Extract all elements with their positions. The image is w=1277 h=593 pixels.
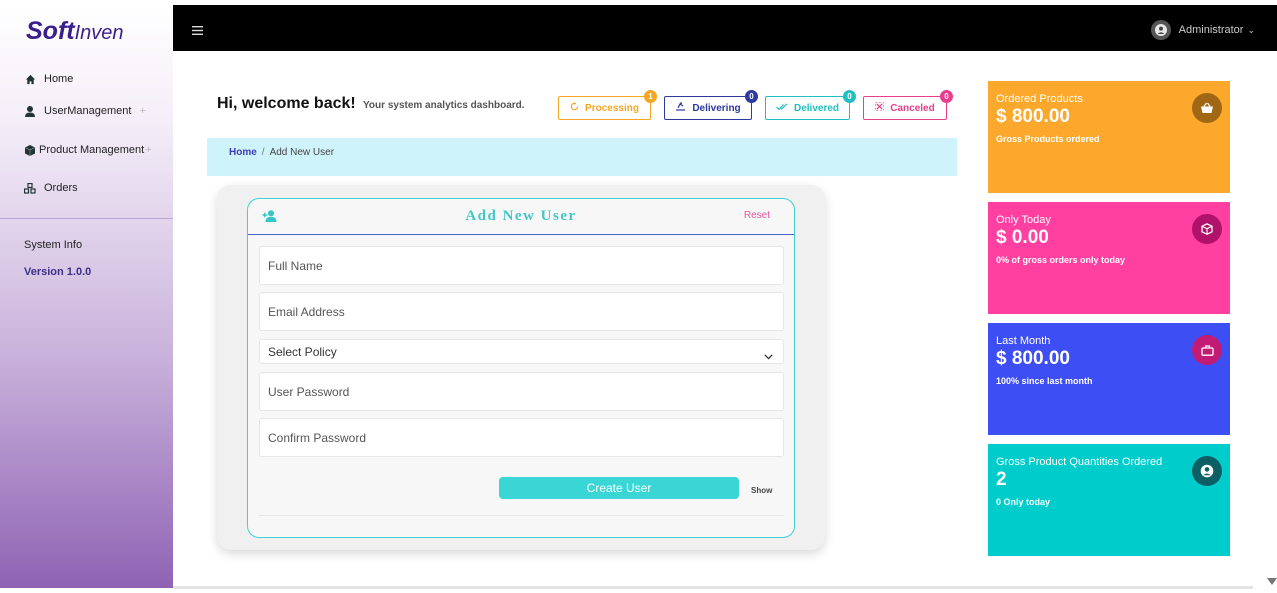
stat-card-only-today: Only Today $ 0.00 0% of gross orders onl… [988,202,1230,314]
sidebar-item-label: Product Management [39,144,145,156]
orders-icon [24,182,36,194]
app-window: SoftInven Home UserManagement + Product … [0,0,1277,593]
briefcase-icon [1192,335,1222,365]
system-info-label[interactable]: System Info [24,239,82,251]
stat-card-value: $ 800.00 [996,348,1070,369]
sidebar-item-product-management[interactable]: Product Management + [24,144,152,156]
create-user-button[interactable]: Create User [499,477,739,499]
status-canceled-button[interactable]: Canceled 0 [863,90,953,120]
status-label: Processing [585,102,639,114]
basket-icon [1192,93,1222,123]
sidebar-item-label: Orders [44,182,78,194]
stat-card-ordered-products: Ordered Products $ 800.00 Gross Products… [988,81,1230,193]
check-double-icon [776,102,788,114]
stat-card-last-month: Last Month $ 800.00 100% since last mont… [988,323,1230,435]
delivery-icon [675,102,686,114]
stat-card-label: Ordered Products [996,93,1083,105]
page-subtitle: Your system analytics dashboard. [363,100,525,111]
show-password-toggle[interactable]: Show [751,486,772,495]
cancel-icon [875,102,885,114]
horizontal-scrollbar[interactable] [173,586,1253,589]
user-menu[interactable]: Administrator ⌄ [1150,20,1255,40]
breadcrumb: Home / Add New User [207,138,957,176]
policy-select-value: Select Policy [268,344,337,359]
stat-card-desc: Gross Products ordered [996,134,1100,144]
sidebar-item-orders[interactable]: Orders [24,182,78,194]
sidebar-divider [0,218,173,219]
status-delivered-button[interactable]: Delivered 0 [765,90,856,120]
reset-button[interactable]: Reset [744,210,770,221]
avatar-icon [1150,20,1171,40]
expand-icon[interactable]: + [139,105,145,117]
scroll-down-arrow-icon[interactable] [1267,578,1277,585]
logo-sub: Inven [74,22,124,44]
email-input[interactable]: Email Address [259,292,784,331]
chevron-down-icon: ⌄ [1247,24,1255,35]
user-icon [24,105,36,117]
stat-card-desc: 0% of gross orders only today [996,255,1126,265]
stat-card-label: Gross Product Quantities Ordered [996,456,1163,468]
stat-card-label: Only Today [996,214,1051,226]
status-processing-button[interactable]: Processing 1 [558,90,657,120]
status-label: Delivered [793,102,840,114]
form-title: Add New User [465,208,577,224]
sidebar-item-home[interactable]: Home [24,73,73,85]
form-header: Add New User Reset [248,199,794,235]
cube-icon [24,144,36,156]
home-icon [24,73,36,85]
stat-card-value: $ 800.00 [996,106,1070,127]
logo-main: Soft [26,17,75,45]
chevron-down-icon [764,349,773,363]
breadcrumb-current: Add New User [269,147,335,158]
password-input[interactable]: User Password [259,372,784,411]
sidebar: SoftInven Home UserManagement + Product … [0,5,173,588]
add-user-form: Add New User Reset Full Name Email Addre… [247,198,795,538]
form-divider [259,515,784,516]
confirm-password-input[interactable]: Confirm Password [259,418,784,457]
sidebar-item-label: Home [44,73,74,85]
sidebar-item-usermanagement[interactable]: UserManagement + [24,105,146,117]
status-count-badge: 0 [940,90,953,103]
status-label: Delivering [692,102,741,114]
full-name-input[interactable]: Full Name [259,246,784,285]
stat-card-gross-quantities: Gross Product Quantities Ordered 2 0 Onl… [988,444,1230,556]
status-count-badge: 0 [745,90,758,103]
hamburger-menu-icon[interactable] [192,22,203,35]
refresh-icon [570,102,579,114]
stat-card-label: Last Month [996,335,1051,347]
page-title: Hi, welcome back! [217,95,356,112]
breadcrumb-separator: / [261,147,265,158]
stat-card-desc: 0 Only today [996,497,1051,507]
top-bar: Administrator ⌄ [173,5,1277,51]
expand-icon[interactable]: + [145,144,151,156]
user-circle-icon [1192,456,1222,486]
status-count-badge: 1 [644,90,657,103]
sidebar-item-label: UserManagement [44,105,132,117]
status-label: Canceled [890,102,935,114]
user-name: Administrator [1178,24,1244,36]
status-count-badge: 0 [843,90,856,103]
stat-card-desc: 100% since last month [996,376,1093,386]
box-icon [1192,214,1222,244]
version-label: Version 1.0.0 [24,266,92,278]
status-delivering-button[interactable]: Delivering 0 [664,90,758,120]
breadcrumb-home-link[interactable]: Home [229,147,257,158]
stat-card-value: 2 [996,469,1007,490]
policy-select[interactable]: Select Policy [259,339,784,364]
brand-logo[interactable]: SoftInven [26,17,124,46]
stat-card-value: $ 0.00 [996,227,1049,248]
